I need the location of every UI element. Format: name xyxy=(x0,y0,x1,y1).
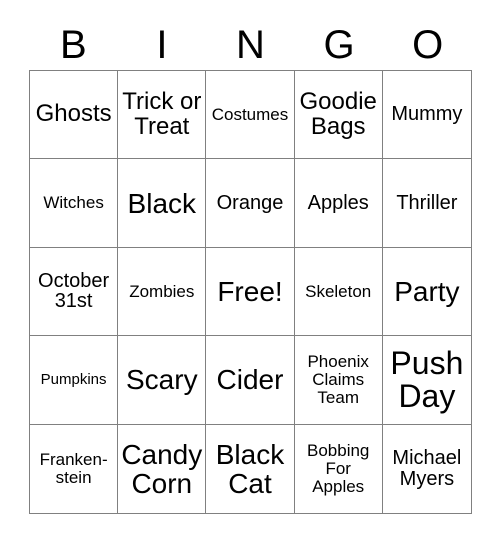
bingo-cell-n2[interactable]: Orange xyxy=(206,159,295,248)
bingo-cell-g1[interactable]: Goodie Bags xyxy=(294,71,383,160)
bingo-cell-label: Phoenix Claims Team xyxy=(307,352,369,407)
bingo-cell-n1[interactable]: Costumes xyxy=(206,71,295,160)
bingo-cell-label: Black xyxy=(127,187,197,219)
bingo-cell-label: Skeleton xyxy=(305,281,372,301)
bingo-cell-o1[interactable]: Mummy xyxy=(382,71,471,160)
bingo-cell-label: Push Day xyxy=(390,344,464,414)
bingo-cell-n4[interactable]: Cider xyxy=(206,336,295,425)
bingo-cell-label: Witches xyxy=(43,193,104,213)
bingo-cell-label: Black Cat xyxy=(215,438,285,499)
bingo-card: B I N G O Ghosts Trick or Treat Costumes Go… xyxy=(0,0,500,544)
bingo-cell-o3[interactable]: Party xyxy=(382,248,471,337)
bingo-cell-label: October 31st xyxy=(38,269,110,313)
bingo-cell-i5[interactable]: Candy Corn xyxy=(118,424,207,513)
bingo-cell-n3[interactable]: Free! xyxy=(206,247,295,337)
bingo-grid: Ghosts Trick or Treat Costumes Goodie Bags M… xyxy=(29,70,472,514)
bingo-cell-label: Free! xyxy=(217,275,283,307)
bingo-header-row: B I N G O xyxy=(29,19,472,70)
bingo-cell-label: Costumes xyxy=(211,104,289,124)
bingo-cell-i2[interactable]: Black xyxy=(118,159,207,248)
bingo-cell-label: Goodie Bags xyxy=(299,87,377,140)
bingo-cell-label: Scary xyxy=(126,364,198,396)
bingo-cell-b4[interactable]: Pumpkins xyxy=(30,336,119,425)
bingo-cell-label: Pumpkins xyxy=(40,371,107,389)
bingo-cell-label: Mummy xyxy=(391,103,463,126)
bingo-cell-g4[interactable]: Phoenix Claims Team xyxy=(294,336,383,425)
bingo-cell-g2[interactable]: Apples xyxy=(294,159,383,248)
bingo-cell-label: Michael Myers xyxy=(392,447,462,490)
bingo-cell-label: Orange xyxy=(216,191,284,214)
bingo-cell-i3[interactable]: Zombies xyxy=(118,247,207,337)
bingo-cell-b3[interactable]: October 31st xyxy=(30,247,119,337)
bingo-cell-label: Trick or Treat xyxy=(122,87,202,140)
bingo-cell-b1[interactable]: Ghosts xyxy=(30,71,119,160)
bingo-cell-g5[interactable]: Bobbing For Apples xyxy=(295,424,383,513)
bingo-header-letter-o: O xyxy=(412,22,444,67)
bingo-cell-o5[interactable]: Michael Myers xyxy=(383,425,471,513)
bingo-cell-label: Ghosts xyxy=(35,100,112,128)
bingo-header-letter-n: N xyxy=(236,22,265,67)
bingo-cell-b5[interactable]: Franken- stein xyxy=(30,424,119,513)
bingo-cell-label: Bobbing For Apples xyxy=(307,441,370,496)
bingo-cell-i1[interactable]: Trick or Treat xyxy=(118,71,207,160)
bingo-header-letter-g: G xyxy=(323,22,355,67)
bingo-cell-b2[interactable]: Witches xyxy=(30,159,119,248)
bingo-cell-label: Cider xyxy=(216,364,284,396)
bingo-cell-g3[interactable]: Skeleton xyxy=(294,247,383,337)
bingo-header-letter-b: B xyxy=(59,22,87,67)
bingo-cell-label: Candy Corn xyxy=(121,438,203,499)
bingo-cell-label: Zombies xyxy=(129,281,195,301)
bingo-header-letter-i: I xyxy=(156,22,168,67)
bingo-cell-label: Thriller xyxy=(396,191,458,214)
bingo-cell-n5[interactable]: Black Cat xyxy=(206,424,295,513)
bingo-cell-label: Franken- stein xyxy=(39,450,108,487)
bingo-cell-o4[interactable]: Push Day xyxy=(382,336,471,425)
bingo-cell-label: Apples xyxy=(307,191,369,214)
bingo-cell-i4[interactable]: Scary xyxy=(118,336,207,425)
bingo-cell-label: Party xyxy=(394,275,460,307)
bingo-cell-o2[interactable]: Thriller xyxy=(382,159,471,248)
